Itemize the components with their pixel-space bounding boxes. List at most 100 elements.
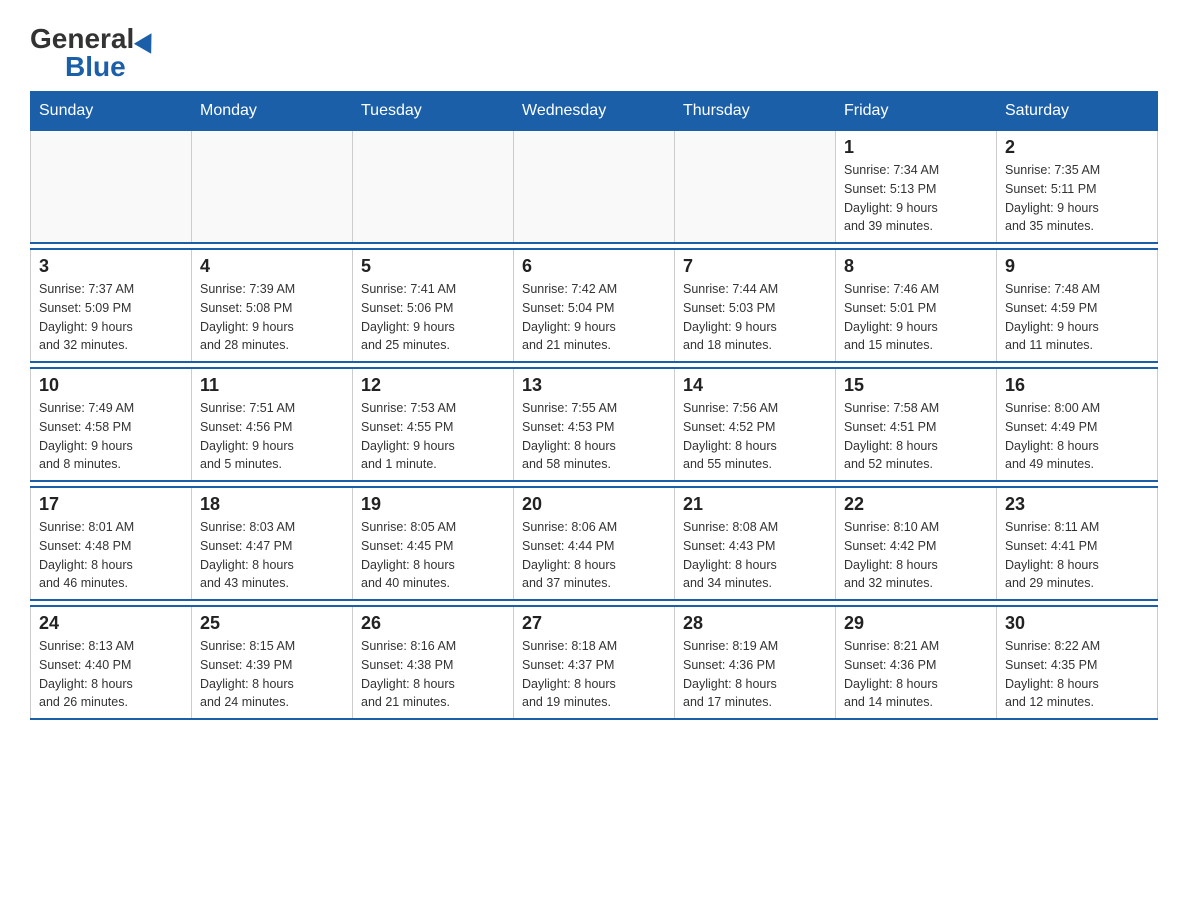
day-number: 24 — [39, 613, 183, 634]
calendar-header-row: SundayMondayTuesdayWednesdayThursdayFrid… — [31, 92, 1158, 131]
day-number: 12 — [361, 375, 505, 396]
day-info: Sunrise: 7:49 AM Sunset: 4:58 PM Dayligh… — [39, 399, 183, 474]
day-info: Sunrise: 7:48 AM Sunset: 4:59 PM Dayligh… — [1005, 280, 1149, 355]
day-number: 11 — [200, 375, 344, 396]
calendar-table: SundayMondayTuesdayWednesdayThursdayFrid… — [30, 91, 1158, 720]
calendar-week-5: 24 Sunrise: 8:13 AM Sunset: 4:40 PM Dayli… — [31, 606, 1158, 719]
day-info: Sunrise: 8:10 AM Sunset: 4:42 PM Dayligh… — [844, 518, 988, 593]
day-info: Sunrise: 8:18 AM Sunset: 4:37 PM Dayligh… — [522, 637, 666, 712]
day-number: 30 — [1005, 613, 1149, 634]
day-number: 22 — [844, 494, 988, 515]
calendar-cell — [353, 131, 514, 244]
day-info: Sunrise: 8:11 AM Sunset: 4:41 PM Dayligh… — [1005, 518, 1149, 593]
weekday-header-friday: Friday — [836, 92, 997, 131]
day-number: 5 — [361, 256, 505, 277]
calendar-cell: 14Sunrise: 7:56 AM Sunset: 4:52 PM Dayli… — [675, 368, 836, 481]
day-info: Sunrise: 7:42 AM Sunset: 5:04 PM Dayligh… — [522, 280, 666, 355]
logo: General Blue — [30, 25, 157, 81]
weekday-header-sunday: Sunday — [31, 92, 192, 131]
calendar-cell: 16Sunrise: 8:00 AM Sunset: 4:49 PM Dayli… — [997, 368, 1158, 481]
day-info: Sunrise: 8:13 AM Sunset: 4:40 PM Dayligh… — [39, 637, 183, 712]
calendar-cell: 24 Sunrise: 8:13 AM Sunset: 4:40 PM Dayli… — [31, 606, 192, 719]
day-number: 8 — [844, 256, 988, 277]
calendar-cell: 25Sunrise: 8:15 AM Sunset: 4:39 PM Dayli… — [192, 606, 353, 719]
day-info: Sunrise: 7:51 AM Sunset: 4:56 PM Dayligh… — [200, 399, 344, 474]
day-number: 23 — [1005, 494, 1149, 515]
logo-blue: Blue — [65, 53, 126, 81]
weekday-header-thursday: Thursday — [675, 92, 836, 131]
calendar-cell — [31, 131, 192, 244]
logo-text: General — [30, 25, 157, 53]
calendar-cell: 10 Sunrise: 7:49 AM Sunset: 4:58 PM Dayli… — [31, 368, 192, 481]
calendar-cell: 28 Sunrise: 8:19 AM Sunset: 4:36 PM Dayli… — [675, 606, 836, 719]
calendar-cell: 29Sunrise: 8:21 AM Sunset: 4:36 PM Dayli… — [836, 606, 997, 719]
weekday-header-tuesday: Tuesday — [353, 92, 514, 131]
day-info: Sunrise: 7:46 AM Sunset: 5:01 PM Dayligh… — [844, 280, 988, 355]
day-number: 21 — [683, 494, 827, 515]
day-info: Sunrise: 7:44 AM Sunset: 5:03 PM Dayligh… — [683, 280, 827, 355]
calendar-cell — [192, 131, 353, 244]
calendar-cell: 20 Sunrise: 8:06 AM Sunset: 4:44 PM Dayli… — [514, 487, 675, 600]
day-number: 2 — [1005, 137, 1149, 158]
day-number: 29 — [844, 613, 988, 634]
day-number: 17 — [39, 494, 183, 515]
calendar-week-3: 10 Sunrise: 7:49 AM Sunset: 4:58 PM Dayli… — [31, 368, 1158, 481]
day-number: 15 — [844, 375, 988, 396]
calendar-cell: 19 Sunrise: 8:05 AM Sunset: 4:45 PM Dayli… — [353, 487, 514, 600]
weekday-header-wednesday: Wednesday — [514, 92, 675, 131]
day-number: 16 — [1005, 375, 1149, 396]
day-number: 19 — [361, 494, 505, 515]
day-info: Sunrise: 8:08 AM Sunset: 4:43 PM Dayligh… — [683, 518, 827, 593]
calendar-week-1: 1 Sunrise: 7:34 AM Sunset: 5:13 PM Daylig… — [31, 131, 1158, 244]
page-header: General Blue — [30, 20, 1158, 81]
day-number: 28 — [683, 613, 827, 634]
calendar-cell: 4Sunrise: 7:39 AM Sunset: 5:08 PM Daylig… — [192, 249, 353, 362]
calendar-cell: 22 Sunrise: 8:10 AM Sunset: 4:42 PM Dayli… — [836, 487, 997, 600]
day-info: Sunrise: 7:55 AM Sunset: 4:53 PM Dayligh… — [522, 399, 666, 474]
calendar-cell: 3 Sunrise: 7:37 AM Sunset: 5:09 PM Daylig… — [31, 249, 192, 362]
day-number: 7 — [683, 256, 827, 277]
day-info: Sunrise: 7:34 AM Sunset: 5:13 PM Dayligh… — [844, 161, 988, 236]
day-number: 4 — [200, 256, 344, 277]
calendar-cell — [514, 131, 675, 244]
day-number: 27 — [522, 613, 666, 634]
day-info: Sunrise: 7:35 AM Sunset: 5:11 PM Dayligh… — [1005, 161, 1149, 236]
calendar-cell: 1 Sunrise: 7:34 AM Sunset: 5:13 PM Daylig… — [836, 131, 997, 244]
calendar-cell: 21 Sunrise: 8:08 AM Sunset: 4:43 PM Dayli… — [675, 487, 836, 600]
calendar-cell: 7 Sunrise: 7:44 AM Sunset: 5:03 PM Daylig… — [675, 249, 836, 362]
logo-general: General — [30, 23, 157, 54]
calendar-cell: 26Sunrise: 8:16 AM Sunset: 4:38 PM Dayli… — [353, 606, 514, 719]
day-number: 9 — [1005, 256, 1149, 277]
calendar-cell: 2 Sunrise: 7:35 AM Sunset: 5:11 PM Daylig… — [997, 131, 1158, 244]
day-number: 10 — [39, 375, 183, 396]
day-number: 18 — [200, 494, 344, 515]
calendar-cell: 8 Sunrise: 7:46 AM Sunset: 5:01 PM Daylig… — [836, 249, 997, 362]
day-number: 3 — [39, 256, 183, 277]
calendar-cell: 6 Sunrise: 7:42 AM Sunset: 5:04 PM Daylig… — [514, 249, 675, 362]
day-info: Sunrise: 8:03 AM Sunset: 4:47 PM Dayligh… — [200, 518, 344, 593]
day-info: Sunrise: 8:19 AM Sunset: 4:36 PM Dayligh… — [683, 637, 827, 712]
day-number: 6 — [522, 256, 666, 277]
day-info: Sunrise: 8:22 AM Sunset: 4:35 PM Dayligh… — [1005, 637, 1149, 712]
calendar-cell: 9 Sunrise: 7:48 AM Sunset: 4:59 PM Daylig… — [997, 249, 1158, 362]
calendar-cell: 27 Sunrise: 8:18 AM Sunset: 4:37 PM Dayli… — [514, 606, 675, 719]
day-number: 14 — [683, 375, 827, 396]
day-info: Sunrise: 8:01 AM Sunset: 4:48 PM Dayligh… — [39, 518, 183, 593]
day-info: Sunrise: 7:41 AM Sunset: 5:06 PM Dayligh… — [361, 280, 505, 355]
day-info: Sunrise: 7:37 AM Sunset: 5:09 PM Dayligh… — [39, 280, 183, 355]
day-number: 20 — [522, 494, 666, 515]
day-number: 1 — [844, 137, 988, 158]
calendar-week-4: 17 Sunrise: 8:01 AM Sunset: 4:48 PM Dayli… — [31, 487, 1158, 600]
day-number: 26 — [361, 613, 505, 634]
calendar-cell: 18 Sunrise: 8:03 AM Sunset: 4:47 PM Dayli… — [192, 487, 353, 600]
weekday-header-monday: Monday — [192, 92, 353, 131]
calendar-cell: 11 Sunrise: 7:51 AM Sunset: 4:56 PM Dayli… — [192, 368, 353, 481]
calendar-cell: 13 Sunrise: 7:55 AM Sunset: 4:53 PM Dayli… — [514, 368, 675, 481]
day-info: Sunrise: 8:06 AM Sunset: 4:44 PM Dayligh… — [522, 518, 666, 593]
calendar-cell: 30 Sunrise: 8:22 AM Sunset: 4:35 PM Dayli… — [997, 606, 1158, 719]
day-info: Sunrise: 7:58 AM Sunset: 4:51 PM Dayligh… — [844, 399, 988, 474]
day-info: Sunrise: 8:05 AM Sunset: 4:45 PM Dayligh… — [361, 518, 505, 593]
day-info: Sunrise: 7:53 AM Sunset: 4:55 PM Dayligh… — [361, 399, 505, 474]
day-number: 13 — [522, 375, 666, 396]
calendar-cell — [675, 131, 836, 244]
